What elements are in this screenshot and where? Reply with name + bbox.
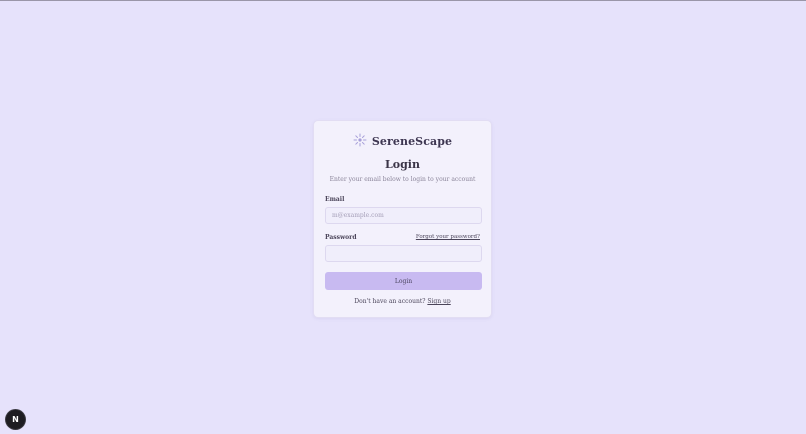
- sparkle-icon: [353, 132, 367, 151]
- brand-name: SereneScape: [371, 134, 453, 148]
- n-logo-icon: N: [12, 415, 19, 424]
- signup-row: Don't have an account? Sign up: [314, 298, 491, 305]
- top-border: [0, 0, 806, 1]
- brand: SereneScape: [314, 133, 491, 149]
- page-title: Login: [385, 158, 420, 171]
- login-card: SereneScape Login Enter your email below…: [313, 120, 492, 318]
- signup-link[interactable]: Sign up: [427, 298, 450, 305]
- signup-prompt: Don't have an account?: [354, 298, 428, 305]
- forgot-password-link[interactable]: Forgot your password?: [416, 234, 480, 240]
- next-badge-button[interactable]: N: [6, 410, 25, 429]
- login-button[interactable]: Login: [325, 272, 482, 290]
- email-field[interactable]: [325, 207, 482, 224]
- page-subtitle: Enter your email below to login to your …: [329, 176, 476, 183]
- password-label: Password: [325, 234, 357, 241]
- email-label: Email: [325, 196, 345, 203]
- password-field[interactable]: [325, 245, 482, 262]
